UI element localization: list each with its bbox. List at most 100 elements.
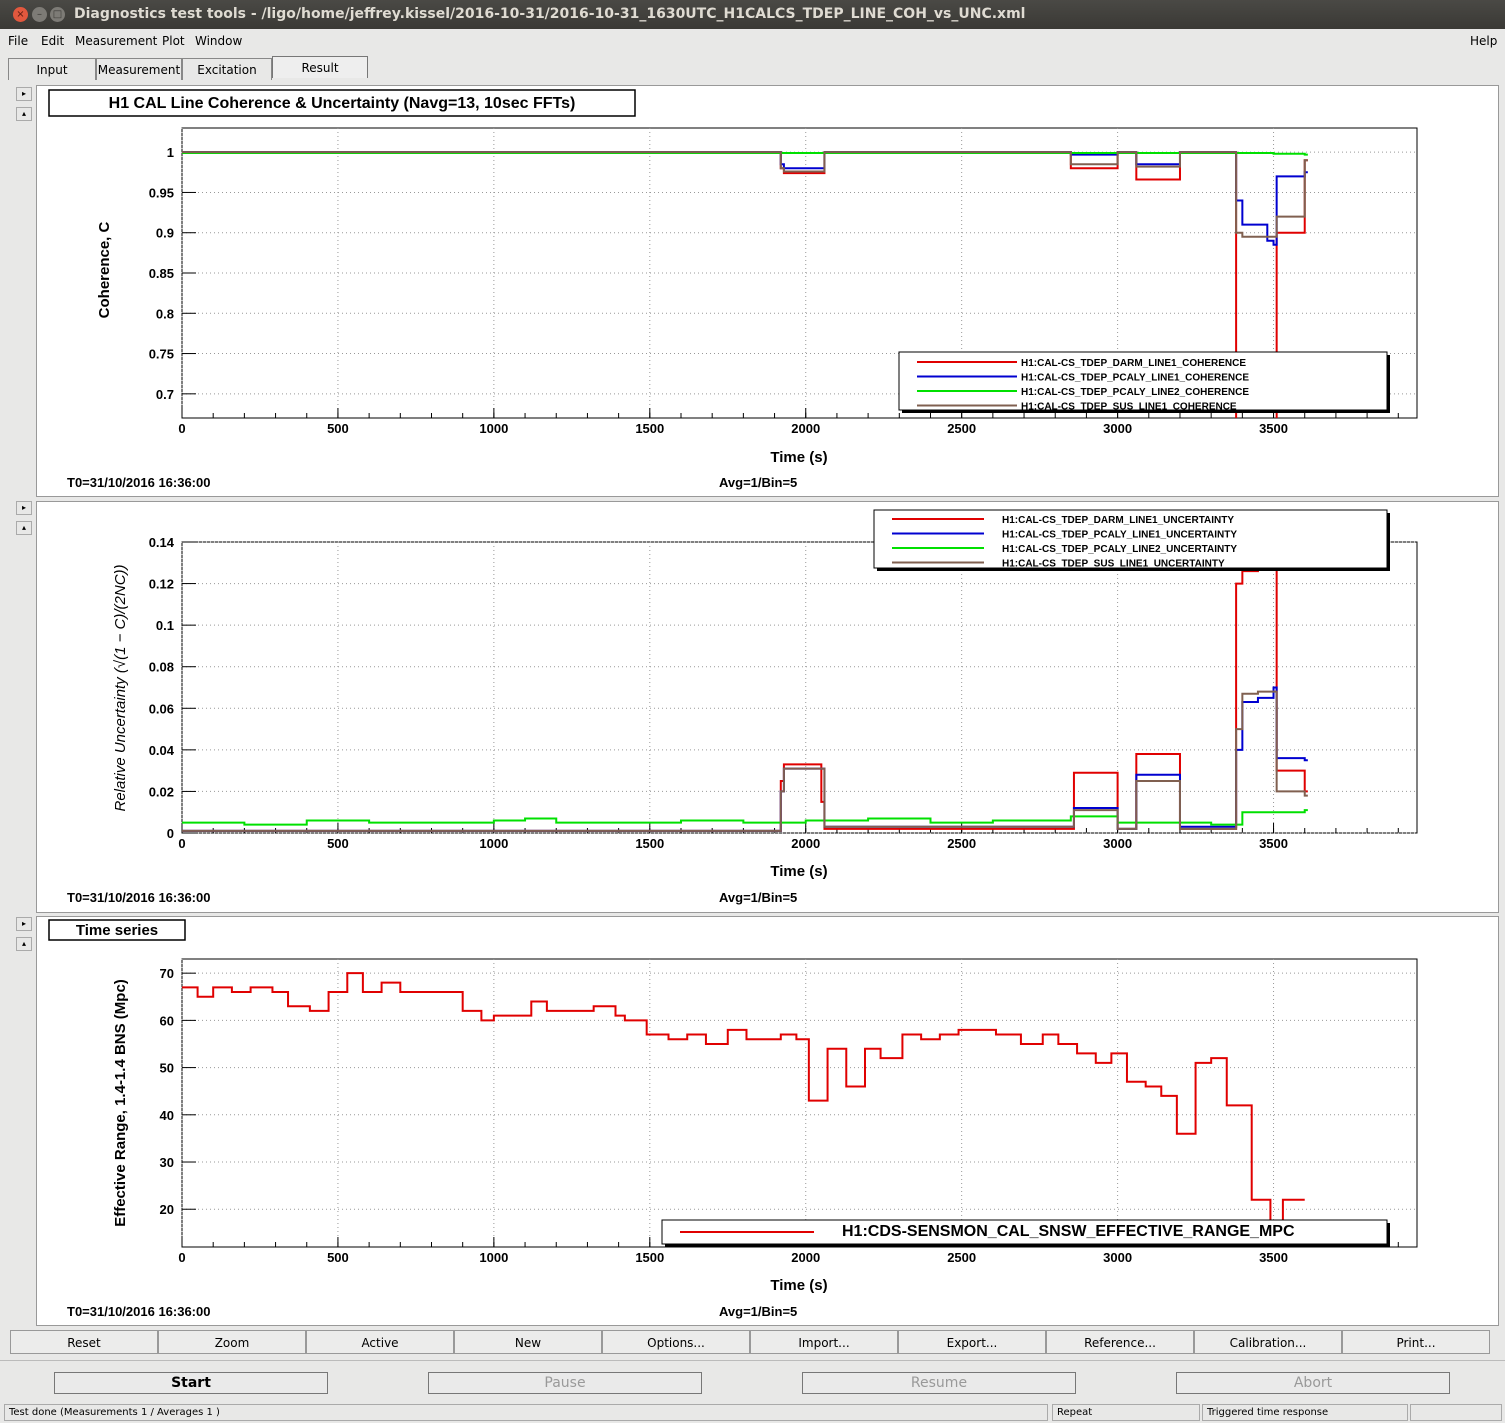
status-message: Test done (Measurements 1 / Averages 1 ) [4,1404,1048,1421]
status-repeat: Repeat [1052,1404,1200,1421]
abort-button[interactable]: Abort [1176,1372,1450,1394]
result-panel: ▸ ▴ ▸ ▴ ▸ ▴ H1 CAL Line Coherence & Unce… [0,81,1505,1329]
uncertainty-plot-pad[interactable]: Relative Uncertainty (√(1 − C)/(2NC)) Ti… [36,501,1499,913]
y-tick-label: 70 [160,966,174,981]
x-tick-label: 1500 [635,421,664,436]
minimize-icon[interactable]: – [32,7,47,22]
x-axis-label: Time (s) [770,1277,827,1294]
arrow-right-icon[interactable]: ▸ [16,87,32,101]
window-title: Diagnostics test tools - /ligo/home/jeff… [74,6,1026,22]
import-button[interactable]: Import... [750,1330,898,1354]
x-tick-label: 1500 [635,836,664,851]
y-tick-label: 0.8 [156,306,174,321]
menu-measurement[interactable]: Measurement [75,34,157,48]
x-tick-label: 3000 [1103,1250,1132,1265]
x-tick-label: 2000 [791,1250,820,1265]
avg-label: Avg=1/Bin=5 [719,1304,797,1319]
y-tick-label: 0 [167,826,174,841]
y-tick-label: 60 [160,1013,174,1028]
legend-label: H1:CAL-CS_TDEP_PCALY_LINE1_UNCERTAINTY [1002,530,1237,541]
tab-bar: Input Measurement Excitation Result [0,53,1505,81]
divider [0,1360,1505,1361]
tab-measurement[interactable]: Measurement [96,58,182,80]
legend-label: H1:CAL-CS_TDEP_SUS_LINE1_UNCERTAINTY [1002,559,1225,570]
coherence-plot-pad[interactable]: H1 CAL Line Coherence & Uncertainty (Nav… [36,85,1499,497]
x-tick-label: 0 [178,1250,185,1265]
menu-file[interactable]: File [8,34,28,48]
y-tick-label: 50 [160,1061,174,1076]
plot-title: Time series [76,922,158,939]
y-axis-label: Coherence, C [96,221,113,318]
t0-label: T0=31/10/2016 16:36:00 [67,1304,210,1319]
menu-window[interactable]: Window [195,34,242,48]
menu-edit[interactable]: Edit [41,34,64,48]
print-button[interactable]: Print... [1342,1330,1490,1354]
avg-label: Avg=1/Bin=5 [719,475,797,490]
options-button[interactable]: Options... [602,1330,750,1354]
y-tick-label: 0.75 [149,347,174,362]
resume-button[interactable]: Resume [802,1372,1076,1394]
x-tick-label: 0 [178,836,185,851]
y-tick-label: 0.1 [156,618,174,633]
plot-frame [181,541,1418,834]
maximize-icon[interactable]: □ [50,7,65,22]
tab-excitation[interactable]: Excitation [182,58,272,80]
y-tick-label: 0.7 [156,387,174,402]
tab-result[interactable]: Result [272,56,368,78]
x-tick-label: 3500 [1259,421,1288,436]
legend-label: H1:CAL-CS_TDEP_DARM_LINE1_COHERENCE [1021,358,1246,369]
x-tick-label: 0 [178,421,185,436]
menu-plot[interactable]: Plot [162,34,185,48]
y-tick-label: 0.06 [149,701,174,716]
title-bar: × – □ Diagnostics test tools - /ligo/hom… [0,0,1505,29]
y-tick-label: 0.08 [149,660,174,675]
x-tick-label: 3000 [1103,836,1132,851]
pause-button[interactable]: Pause [428,1372,702,1394]
new-button[interactable]: New [454,1330,602,1354]
legend-label: H1:CDS-SENSMON_CAL_SNSW_EFFECTIVE_RANGE_… [842,1223,1295,1240]
legend-label: H1:CAL-CS_TDEP_SUS_LINE1_COHERENCE [1021,402,1237,413]
close-icon[interactable]: × [13,7,28,22]
pad-1-arrows: ▸ ▴ [16,87,32,127]
x-tick-label: 3000 [1103,421,1132,436]
arrow-right-icon[interactable]: ▸ [16,917,32,931]
legend-label: H1:CAL-CS_TDEP_PCALY_LINE2_COHERENCE [1021,387,1249,398]
x-tick-label: 3500 [1259,836,1288,851]
legend-label: H1:CAL-CS_TDEP_DARM_LINE1_UNCERTAINTY [1002,515,1234,526]
y-tick-label: 0.9 [156,226,174,241]
y-tick-label: 40 [160,1108,174,1123]
reset-button[interactable]: Reset [10,1330,158,1354]
plot-button-bar: Reset Zoom Active New Options... Import.… [10,1330,1500,1354]
status-bar: Test done (Measurements 1 / Averages 1 )… [0,1402,1505,1423]
coherence-plot[interactable]: H1 CAL Line Coherence & Uncertainty (Nav… [37,86,1498,496]
avg-label: Avg=1/Bin=5 [719,890,797,905]
range-plot[interactable]: Time series Effective Range, 1.4-1.4 BNS… [37,917,1498,1325]
reference-button[interactable]: Reference... [1046,1330,1194,1354]
x-tick-label: 2000 [791,421,820,436]
zoom-button[interactable]: Zoom [158,1330,306,1354]
t0-label: T0=31/10/2016 16:36:00 [67,890,210,905]
arrow-up-icon[interactable]: ▴ [16,107,32,121]
range-plot-pad[interactable]: Time series Effective Range, 1.4-1.4 BNS… [36,916,1499,1326]
arrow-up-icon[interactable]: ▴ [16,937,32,951]
export-button[interactable]: Export... [898,1330,1046,1354]
y-tick-label: 0.02 [149,784,174,799]
uncertainty-plot[interactable]: Relative Uncertainty (√(1 − C)/(2NC)) Ti… [37,502,1498,912]
active-button[interactable]: Active [306,1330,454,1354]
y-tick-label: 1 [167,145,174,160]
x-tick-label: 1500 [635,1250,664,1265]
y-tick-label: 0.12 [149,577,174,592]
x-tick-label: 500 [327,836,349,851]
x-axis-label: Time (s) [770,449,827,466]
arrow-right-icon[interactable]: ▸ [16,501,32,515]
menu-help[interactable]: Help [1470,34,1497,48]
start-button[interactable]: Start [54,1372,328,1394]
calibration-button[interactable]: Calibration... [1194,1330,1342,1354]
x-tick-label: 1000 [479,421,508,436]
tab-input[interactable]: Input [8,58,96,80]
pad-3-arrows: ▸ ▴ [16,917,32,957]
y-tick-label: 0.95 [149,185,174,200]
arrow-up-icon[interactable]: ▴ [16,521,32,535]
y-axis-label: Relative Uncertainty (√(1 − C)/(2NC)) [112,564,129,811]
y-axis-label: Effective Range, 1.4-1.4 BNS (Mpc) [112,979,129,1227]
